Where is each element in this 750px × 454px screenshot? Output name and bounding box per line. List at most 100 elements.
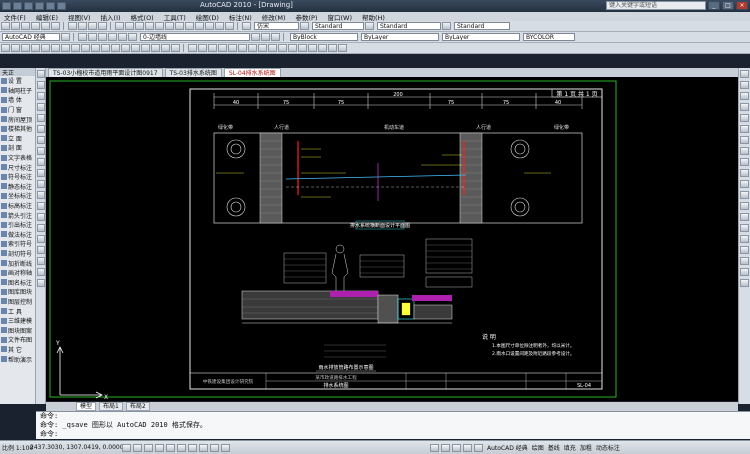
dim-style-select[interactable]: Standard: [377, 22, 441, 30]
palette-item[interactable]: 房间屋顶: [0, 114, 35, 124]
arc-icon[interactable]: [37, 125, 45, 133]
palette-item[interactable]: 立 面: [0, 134, 35, 144]
arc-icon[interactable]: [51, 44, 60, 52]
xline-icon[interactable]: [37, 81, 45, 89]
polar-toggle-icon[interactable]: [155, 443, 164, 452]
layer-previous-icon[interactable]: [261, 33, 270, 41]
palette-item[interactable]: 轴网柱子: [0, 86, 35, 96]
menu-file[interactable]: 文件(F): [4, 12, 26, 22]
array-icon[interactable]: [740, 114, 749, 122]
osnap-toggle-icon[interactable]: [166, 443, 175, 452]
redo-icon[interactable]: [125, 22, 134, 30]
line-icon[interactable]: [1, 44, 10, 52]
fillet-icon[interactable]: [328, 44, 337, 52]
match-properties-icon[interactable]: [98, 22, 107, 30]
insert-icon[interactable]: [37, 191, 45, 199]
mirror-icon[interactable]: [740, 92, 749, 100]
trim-icon[interactable]: [278, 44, 287, 52]
table-icon[interactable]: [37, 257, 45, 265]
save-icon[interactable]: [21, 22, 30, 30]
construction-line-icon[interactable]: [11, 44, 20, 52]
pan-icon[interactable]: [740, 279, 749, 287]
color-select[interactable]: ByBlock: [290, 33, 358, 41]
cloud-icon[interactable]: [37, 147, 45, 155]
lineweight-toggle-icon[interactable]: [210, 443, 219, 452]
mtext-icon[interactable]: [171, 44, 180, 52]
explode-icon[interactable]: [338, 44, 347, 52]
zoom-status-icon[interactable]: [463, 443, 472, 452]
palette-item[interactable]: 帮助演示: [0, 354, 35, 364]
mirror-icon[interactable]: [208, 44, 217, 52]
drawing-canvas[interactable]: 第 1 页 共 1 页 200 40 75 75 75 75 40 绿化带 人行…: [46, 77, 738, 401]
polyline-icon[interactable]: [37, 92, 45, 100]
calculator-icon[interactable]: [225, 22, 234, 30]
palette-item[interactable]: 剖 面: [0, 143, 35, 153]
properties-icon[interactable]: [175, 22, 184, 30]
ortho-toggle-icon[interactable]: [144, 443, 153, 452]
layer-select[interactable]: 0-边墙线: [140, 33, 250, 41]
text-style-select[interactable]: Standard: [312, 22, 364, 30]
qp-toggle-icon[interactable]: [221, 443, 230, 452]
text-style-icon[interactable]: [300, 22, 309, 30]
point-icon[interactable]: [121, 44, 130, 52]
point-icon[interactable]: [37, 213, 45, 221]
chamfer-icon[interactable]: [740, 224, 749, 232]
add-selected-icon[interactable]: [37, 279, 45, 287]
status-item[interactable]: 填充: [564, 443, 576, 452]
table-style-icon[interactable]: [442, 22, 451, 30]
palette-item[interactable]: 剖切符号: [0, 249, 35, 259]
search-input[interactable]: 键入关键字或短语: [606, 1, 706, 10]
polyline-icon[interactable]: [21, 44, 30, 52]
snap-icon[interactable]: [740, 257, 749, 265]
copy-icon[interactable]: [78, 22, 87, 30]
rectangle-icon[interactable]: [37, 114, 45, 122]
table-style-select[interactable]: Standard: [454, 22, 510, 30]
otrack-toggle-icon[interactable]: [177, 443, 186, 452]
font-select[interactable]: 仿宋: [254, 22, 299, 30]
extend-icon[interactable]: [740, 180, 749, 188]
spline-icon[interactable]: [37, 158, 45, 166]
close-button[interactable]: ×: [736, 1, 748, 10]
move-icon[interactable]: [238, 44, 247, 52]
workspace-select[interactable]: AutoCAD 经典: [2, 33, 60, 41]
circle-icon[interactable]: [37, 136, 45, 144]
rotate-icon[interactable]: [248, 44, 257, 52]
grid-toggle-icon[interactable]: [133, 443, 142, 452]
zoom-window-icon[interactable]: [155, 22, 164, 30]
minimize-button[interactable]: _: [708, 1, 720, 10]
menu-edit[interactable]: 编辑(E): [36, 12, 58, 22]
design-center-icon[interactable]: [185, 22, 194, 30]
palette-item[interactable]: 坐标标注: [0, 191, 35, 201]
paste-icon[interactable]: [88, 22, 97, 30]
palette-item[interactable]: 图库图块: [0, 287, 35, 297]
spline-icon[interactable]: [81, 44, 90, 52]
polygon-icon[interactable]: [31, 44, 40, 52]
trim-icon[interactable]: [740, 169, 749, 177]
palette-item[interactable]: 加折断线: [0, 258, 35, 268]
menu-tools[interactable]: 工具(T): [164, 12, 186, 22]
palette-item[interactable]: 图层控制: [0, 297, 35, 307]
annotation-scale-icon[interactable]: [474, 443, 483, 452]
break-point-icon[interactable]: [740, 191, 749, 199]
rectangle-icon[interactable]: [41, 44, 50, 52]
palette-item[interactable]: 图块图案: [0, 325, 35, 335]
copy-object-icon[interactable]: [198, 44, 207, 52]
lineweight-select[interactable]: ByLayer: [442, 33, 520, 41]
ellipse-arc-icon[interactable]: [37, 180, 45, 188]
gradient-icon[interactable]: [37, 235, 45, 243]
copy-icon[interactable]: [740, 81, 749, 89]
zoom-realtime-icon[interactable]: [145, 22, 154, 30]
layout-space-icon[interactable]: [441, 443, 450, 452]
command-prompt[interactable]: 命令:: [40, 430, 750, 439]
palette-item[interactable]: 箭头引注: [0, 210, 35, 220]
menu-help[interactable]: 帮助(H): [362, 12, 385, 22]
redo-icon[interactable]: [57, 2, 66, 10]
move-icon[interactable]: [740, 125, 749, 133]
palette-item[interactable]: 标高标注: [0, 201, 35, 211]
dim-style-icon[interactable]: [365, 22, 374, 30]
workspace-settings-icon[interactable]: [61, 33, 70, 41]
chamfer-icon[interactable]: [318, 44, 327, 52]
offset-icon[interactable]: [218, 44, 227, 52]
table-icon[interactable]: [161, 44, 170, 52]
command-window[interactable]: 命令: 命令: _qsave 图形以 AutoCAD 2010 格式保存。 命令…: [36, 411, 750, 439]
